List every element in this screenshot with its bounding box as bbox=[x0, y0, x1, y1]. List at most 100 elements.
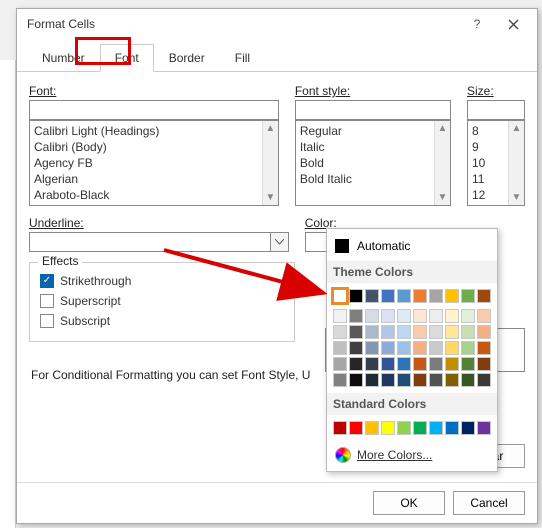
tab-border[interactable]: Border bbox=[154, 44, 220, 72]
color-swatch[interactable] bbox=[477, 341, 491, 355]
color-swatch[interactable] bbox=[477, 373, 491, 387]
color-swatch[interactable] bbox=[461, 309, 475, 323]
underline-combo[interactable] bbox=[29, 232, 289, 252]
color-swatch[interactable] bbox=[349, 357, 363, 371]
color-swatch[interactable] bbox=[477, 325, 491, 339]
color-swatch[interactable] bbox=[365, 309, 379, 323]
help-button[interactable]: ? bbox=[459, 10, 495, 38]
color-swatch[interactable] bbox=[333, 373, 347, 387]
tab-number[interactable]: Number bbox=[27, 44, 100, 72]
color-swatch[interactable] bbox=[413, 341, 427, 355]
list-item[interactable]: Calibri Light (Headings) bbox=[30, 123, 278, 139]
list-item[interactable]: Araboto-Black bbox=[30, 187, 278, 203]
close-button[interactable] bbox=[495, 10, 531, 38]
color-swatch[interactable] bbox=[349, 325, 363, 339]
font-input[interactable] bbox=[29, 100, 279, 120]
color-swatch[interactable] bbox=[429, 309, 443, 323]
strikethrough-checkbox[interactable]: ✓ Strikethrough bbox=[40, 271, 284, 291]
color-swatch[interactable] bbox=[397, 421, 411, 435]
color-swatch[interactable] bbox=[429, 325, 443, 339]
color-swatch[interactable] bbox=[429, 289, 443, 303]
color-swatch[interactable] bbox=[477, 309, 491, 323]
subscript-checkbox[interactable]: Subscript bbox=[40, 311, 284, 331]
color-swatch[interactable] bbox=[445, 341, 459, 355]
color-swatch[interactable] bbox=[381, 421, 395, 435]
color-swatch[interactable] bbox=[397, 341, 411, 355]
color-swatch[interactable] bbox=[445, 373, 459, 387]
color-swatch[interactable] bbox=[349, 341, 363, 355]
color-swatch[interactable] bbox=[397, 289, 411, 303]
list-item[interactable]: Calibri (Body) bbox=[30, 139, 278, 155]
color-swatch[interactable] bbox=[429, 357, 443, 371]
color-swatch[interactable] bbox=[365, 289, 379, 303]
color-swatch[interactable] bbox=[381, 325, 395, 339]
color-swatch[interactable] bbox=[349, 373, 363, 387]
color-swatch[interactable] bbox=[397, 357, 411, 371]
font-listbox[interactable]: Calibri Light (Headings)Calibri (Body)Ag… bbox=[29, 120, 279, 206]
color-swatch[interactable] bbox=[445, 309, 459, 323]
tab-font[interactable]: Font bbox=[100, 44, 154, 72]
color-swatch[interactable] bbox=[429, 373, 443, 387]
color-swatch[interactable] bbox=[413, 289, 427, 303]
color-swatch[interactable] bbox=[461, 341, 475, 355]
color-swatch[interactable] bbox=[365, 325, 379, 339]
color-swatch[interactable] bbox=[477, 421, 491, 435]
color-swatch[interactable] bbox=[333, 325, 347, 339]
color-swatch[interactable] bbox=[429, 341, 443, 355]
color-swatch[interactable] bbox=[413, 325, 427, 339]
color-swatch[interactable] bbox=[349, 289, 363, 303]
size-input[interactable] bbox=[467, 100, 525, 120]
color-swatch[interactable] bbox=[477, 289, 491, 303]
color-swatch[interactable] bbox=[381, 373, 395, 387]
color-swatch[interactable] bbox=[381, 289, 395, 303]
tab-fill[interactable]: Fill bbox=[220, 44, 265, 72]
list-item[interactable]: Bold bbox=[296, 155, 450, 171]
color-swatch[interactable] bbox=[381, 341, 395, 355]
color-swatch[interactable] bbox=[397, 325, 411, 339]
color-swatch[interactable] bbox=[397, 373, 411, 387]
fontstyle-scrollbar[interactable]: ▲▼ bbox=[434, 121, 450, 205]
color-swatch[interactable] bbox=[445, 357, 459, 371]
color-swatch[interactable] bbox=[349, 309, 363, 323]
underline-dropdown-button[interactable] bbox=[271, 232, 289, 252]
automatic-color[interactable]: Automatic bbox=[333, 235, 491, 261]
list-item[interactable]: Araboto-Bold bbox=[30, 203, 278, 206]
color-swatch[interactable] bbox=[413, 309, 427, 323]
color-swatch[interactable] bbox=[413, 373, 427, 387]
color-swatch[interactable] bbox=[333, 341, 347, 355]
color-swatch[interactable] bbox=[445, 289, 459, 303]
color-swatch[interactable] bbox=[445, 421, 459, 435]
ok-button[interactable]: OK bbox=[373, 491, 445, 515]
more-colors[interactable]: More Colors... bbox=[333, 441, 491, 465]
color-swatch[interactable] bbox=[477, 357, 491, 371]
color-swatch[interactable] bbox=[381, 309, 395, 323]
color-swatch[interactable] bbox=[349, 421, 363, 435]
color-swatch[interactable] bbox=[461, 421, 475, 435]
color-swatch[interactable] bbox=[365, 373, 379, 387]
cancel-button[interactable]: Cancel bbox=[453, 491, 525, 515]
color-swatch[interactable] bbox=[445, 325, 459, 339]
size-listbox[interactable]: 8910111214 ▲▼ bbox=[467, 120, 525, 206]
color-swatch[interactable] bbox=[429, 421, 443, 435]
color-swatch[interactable] bbox=[461, 373, 475, 387]
color-swatch[interactable] bbox=[381, 357, 395, 371]
color-swatch[interactable] bbox=[413, 421, 427, 435]
color-swatch[interactable] bbox=[461, 357, 475, 371]
color-swatch[interactable] bbox=[365, 421, 379, 435]
color-swatch[interactable] bbox=[461, 325, 475, 339]
fontstyle-listbox[interactable]: RegularItalicBoldBold Italic ▲▼ bbox=[295, 120, 451, 206]
color-swatch[interactable] bbox=[413, 357, 427, 371]
list-item[interactable]: Agency FB bbox=[30, 155, 278, 171]
color-swatch[interactable] bbox=[333, 309, 347, 323]
color-swatch[interactable] bbox=[333, 357, 347, 371]
color-swatch[interactable] bbox=[461, 289, 475, 303]
font-scrollbar[interactable]: ▲▼ bbox=[262, 121, 278, 205]
list-item[interactable]: Regular bbox=[296, 123, 450, 139]
color-swatch[interactable] bbox=[365, 341, 379, 355]
list-item[interactable]: Algerian bbox=[30, 171, 278, 187]
color-swatch[interactable] bbox=[397, 309, 411, 323]
superscript-checkbox[interactable]: Superscript bbox=[40, 291, 284, 311]
color-swatch[interactable] bbox=[333, 421, 347, 435]
color-swatch[interactable] bbox=[365, 357, 379, 371]
fontstyle-input[interactable] bbox=[295, 100, 451, 120]
